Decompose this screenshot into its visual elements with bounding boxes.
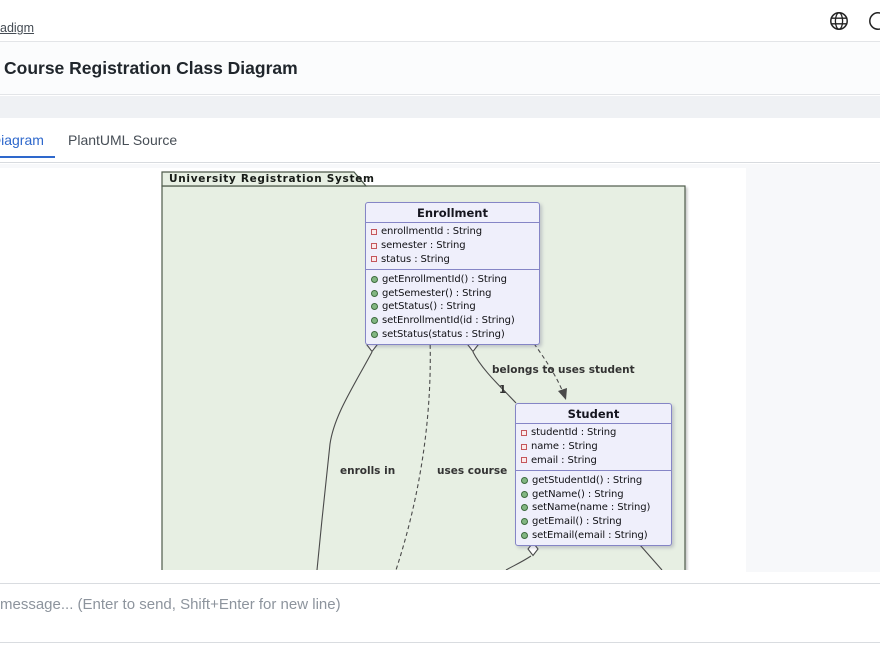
public-method-icon — [521, 504, 528, 511]
attribute-row: name : String — [516, 440, 671, 454]
header: Course Registration Class Diagram — [0, 42, 880, 95]
private-field-icon — [521, 444, 527, 450]
method-text: setEmail(email : String) — [532, 530, 648, 541]
method-text: setName(name : String) — [532, 502, 650, 513]
public-method-icon — [371, 276, 378, 283]
attribute-text: semester : String — [381, 240, 466, 251]
attributes-section: studentId : String name : String email :… — [516, 424, 671, 471]
public-method-icon — [521, 518, 528, 525]
public-method-icon — [371, 317, 378, 324]
class-enrollment: Enrollment enrollmentId : String semeste… — [365, 202, 540, 345]
method-row: getName() : String — [516, 487, 671, 501]
attributes-section: enrollmentId : String semester : String … — [366, 223, 539, 270]
page-title: Course Registration Class Diagram — [4, 58, 298, 79]
attribute-row: status : String — [366, 253, 539, 267]
method-text: getSemester() : String — [382, 288, 491, 299]
attribute-text: email : String — [531, 455, 597, 466]
message-composer — [0, 583, 880, 643]
method-row: getEnrollmentId() : String — [366, 272, 539, 286]
attribute-row: email : String — [516, 454, 671, 468]
method-text: getStudentId() : String — [532, 475, 642, 486]
tab-bar: Diagram PlantUML Source — [0, 118, 880, 163]
method-text: setEnrollmentId(id : String) — [382, 315, 515, 326]
canvas-right-gutter — [746, 164, 880, 572]
attribute-text: name : String — [531, 441, 598, 452]
method-row: getSemester() : String — [366, 286, 539, 300]
public-method-icon — [371, 331, 378, 338]
message-input[interactable] — [0, 584, 880, 642]
attribute-text: status : String — [381, 254, 450, 265]
brand-link[interactable]: adigm — [0, 21, 34, 35]
header-gap — [0, 96, 880, 118]
private-field-icon — [521, 430, 527, 436]
attribute-text: enrollmentId : String — [381, 226, 482, 237]
method-row: setEmail(email : String) — [516, 529, 671, 543]
public-method-icon — [371, 303, 378, 310]
class-name: Enrollment — [366, 203, 539, 223]
public-method-icon — [371, 290, 378, 297]
top-bar: adigm — [0, 0, 880, 42]
tab-diagram[interactable]: Diagram — [0, 132, 44, 148]
private-field-icon — [371, 243, 377, 249]
active-tab-indicator — [0, 156, 55, 158]
edge-label-uses-student: uses student — [558, 364, 635, 376]
method-row: setStatus(status : String) — [366, 328, 539, 342]
method-row: getEmail() : String — [516, 515, 671, 529]
user-icon[interactable] — [866, 10, 880, 32]
class-name: Student — [516, 404, 671, 424]
class-student: Student studentId : String name : String… — [515, 403, 672, 546]
private-field-icon — [521, 457, 527, 463]
method-row: setEnrollmentId(id : String) — [366, 314, 539, 328]
method-text: getStatus() : String — [382, 301, 476, 312]
method-text: getName() : String — [532, 489, 624, 500]
globe-icon[interactable] — [828, 10, 850, 32]
public-method-icon — [521, 532, 528, 539]
method-row: getStudentId() : String — [516, 473, 671, 487]
method-text: setStatus(status : String) — [382, 329, 505, 340]
method-row: setName(name : String) — [516, 501, 671, 515]
private-field-icon — [371, 256, 377, 262]
public-method-icon — [521, 491, 528, 498]
attribute-row: studentId : String — [516, 426, 671, 440]
edge-label-belongs-to: belongs to — [492, 364, 555, 376]
edge-label-enrolls-in: enrolls in — [340, 465, 395, 477]
package-title: University Registration System — [169, 173, 375, 185]
private-field-icon — [371, 229, 377, 235]
public-method-icon — [521, 477, 528, 484]
methods-section: getStudentId() : String getName() : Stri… — [516, 471, 671, 545]
method-text: getEnrollmentId() : String — [382, 274, 507, 285]
attribute-text: studentId : String — [531, 427, 616, 438]
method-row: getStatus() : String — [366, 300, 539, 314]
app-window: adigm Course Registration Class Diagram … — [0, 0, 880, 658]
attribute-row: semester : String — [366, 239, 539, 253]
attribute-row: enrollmentId : String — [366, 225, 539, 239]
multiplicity-one: 1 — [499, 384, 506, 396]
edge-label-uses-course: uses course — [437, 465, 507, 477]
method-text: getEmail() : String — [532, 516, 622, 527]
methods-section: getEnrollmentId() : String getSemester()… — [366, 270, 539, 344]
tab-plantuml-source[interactable]: PlantUML Source — [68, 132, 177, 148]
diagram-canvas: University Registration System Enrollmen… — [0, 164, 880, 583]
